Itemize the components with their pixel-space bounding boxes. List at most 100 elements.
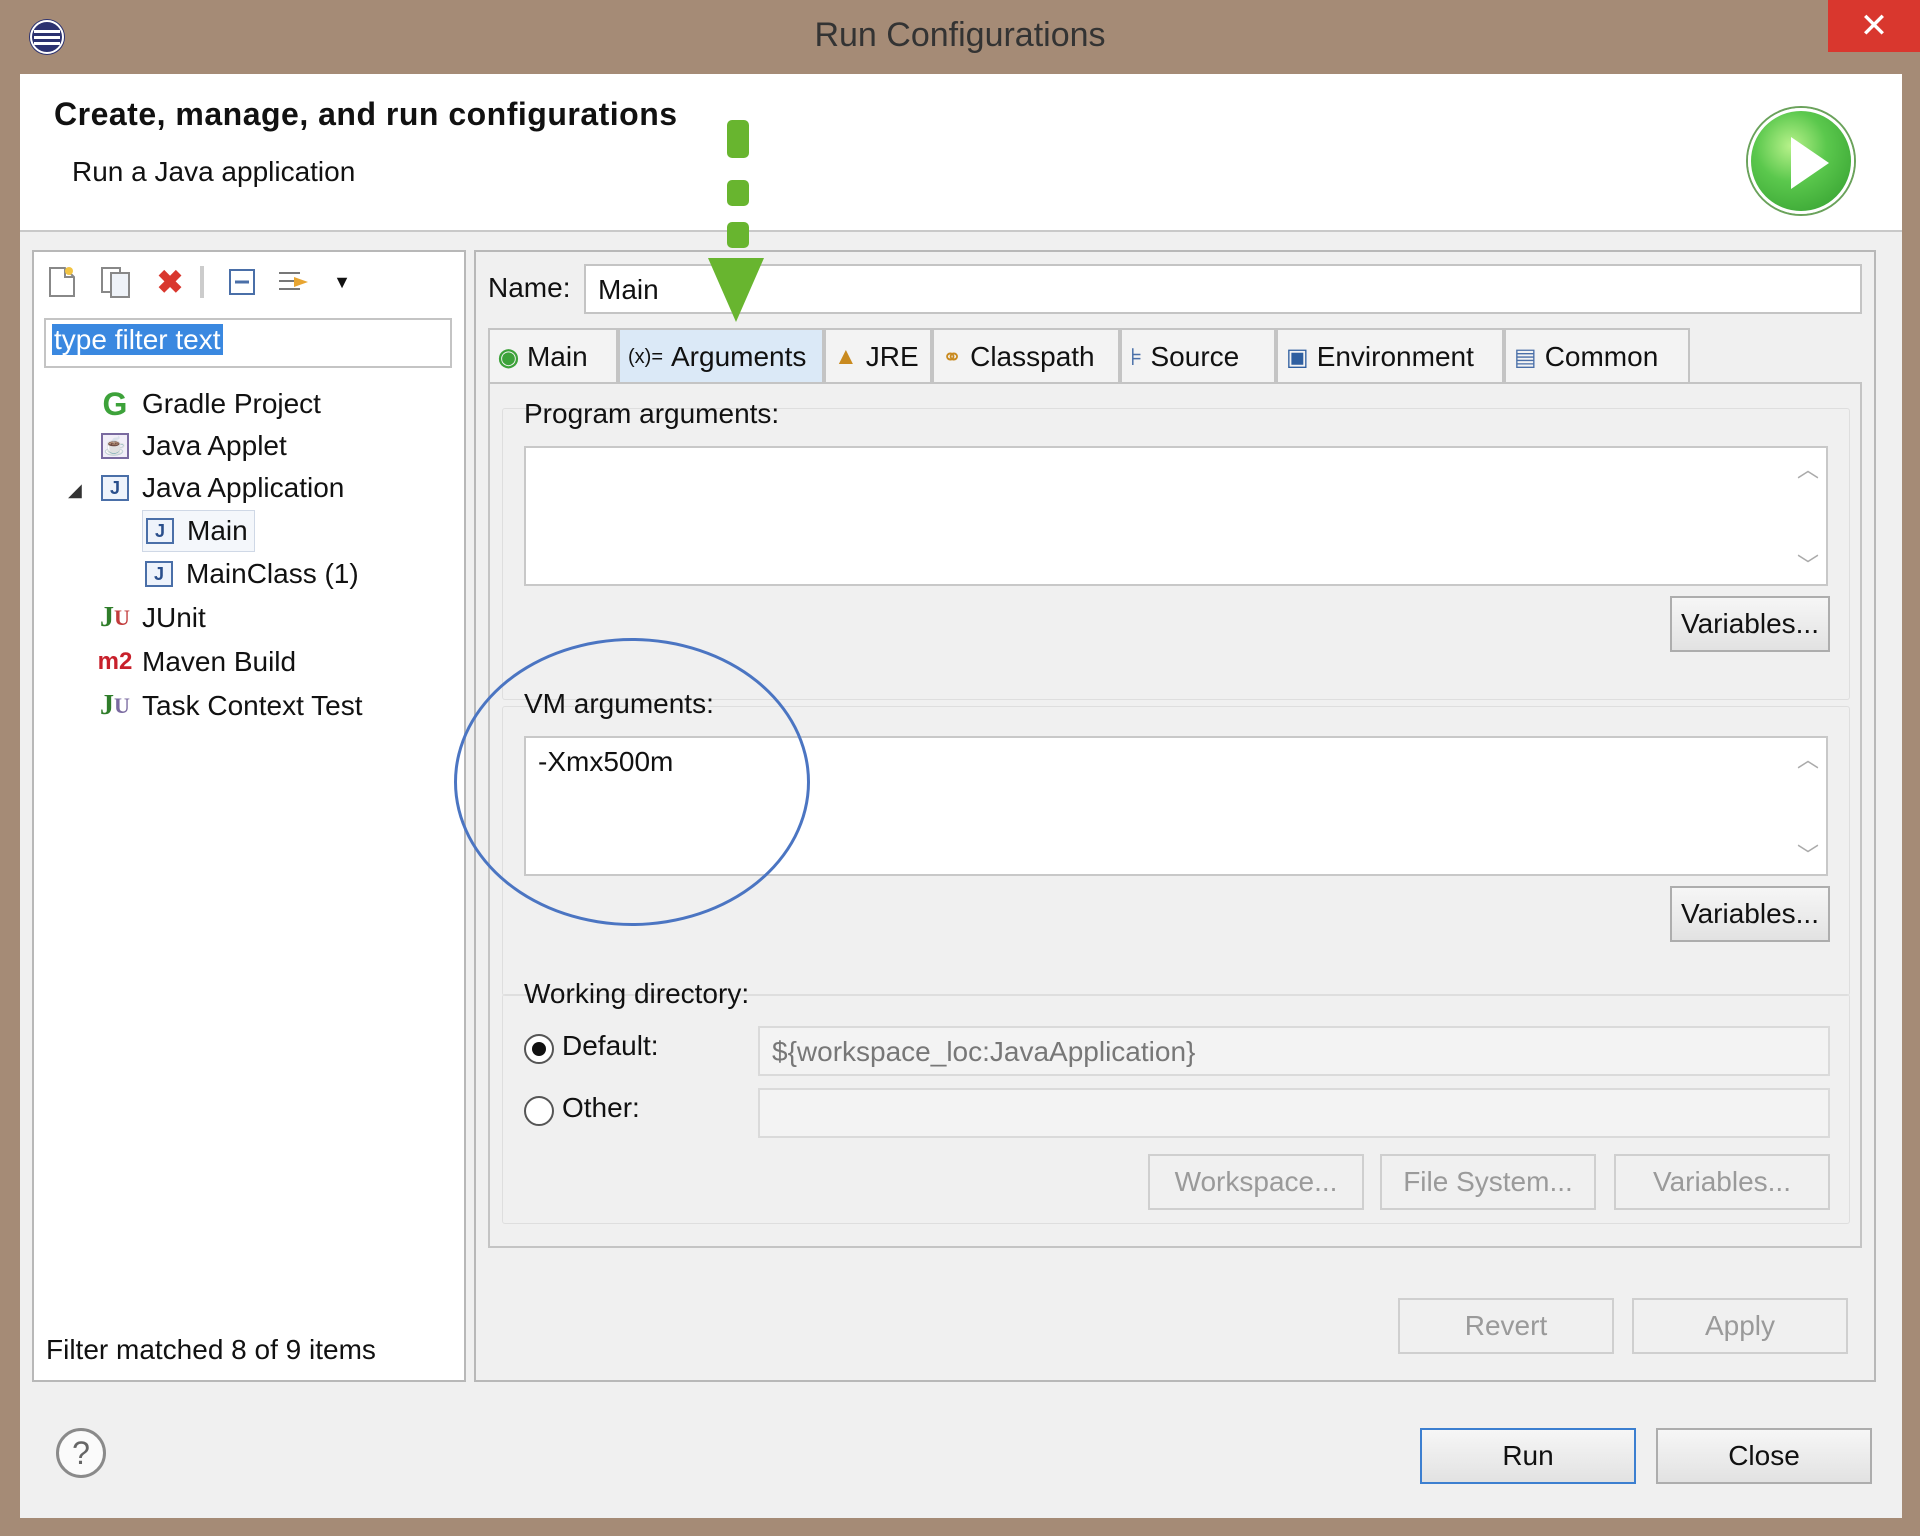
tree-item-maven-build[interactable]: m2 Maven Build: [98, 642, 296, 682]
tab-label: Source: [1150, 341, 1240, 372]
scrollbar[interactable]: ︿ ﹀: [1794, 452, 1822, 580]
tree-item-label: Task Context Test: [142, 690, 363, 721]
other-radio[interactable]: [524, 1096, 554, 1126]
other-label: Other:: [562, 1092, 640, 1123]
expand-arrow-icon[interactable]: ◢: [68, 480, 82, 501]
program-variables-button[interactable]: Variables...: [1670, 596, 1830, 652]
jre-tab-icon: ▲: [834, 343, 858, 370]
filter-icon: [279, 272, 308, 290]
annotation-arrow-segment: [727, 120, 749, 158]
tree-item-label: Maven Build: [142, 646, 297, 677]
collapse-all-button[interactable]: [222, 262, 262, 302]
tree-item-label: MainClass (1): [186, 558, 359, 589]
common-tab-icon: ▤: [1514, 343, 1537, 371]
scroll-down-icon: ﹀: [1796, 553, 1819, 578]
tab-main[interactable]: ◉ Main: [488, 328, 618, 384]
help-icon: ?: [72, 1434, 90, 1471]
new-file-icon: [49, 267, 75, 297]
default-directory-field: ${workspace_loc:JavaApplication}: [758, 1026, 1830, 1076]
header-title: Create, manage, and run configurations: [54, 96, 678, 132]
tree-item-task-context-test[interactable]: JU Task Context Test: [98, 686, 362, 726]
close-icon: ✕: [1859, 7, 1889, 45]
java-launch-icon: J: [143, 515, 177, 547]
tree-item-java-application[interactable]: J Java Application: [98, 468, 344, 508]
tree-item-mainclass-1[interactable]: J MainClass (1): [142, 554, 359, 594]
annotation-arrow-segment: [727, 222, 749, 248]
apply-button[interactable]: Apply: [1632, 1298, 1848, 1354]
filter-input-text: type filter text: [52, 324, 223, 355]
revert-button[interactable]: Revert: [1398, 1298, 1614, 1354]
close-button[interactable]: Close: [1656, 1428, 1872, 1484]
main-tab-icon: ◉: [498, 343, 519, 371]
tree-item-label: Java Application: [142, 472, 345, 503]
source-tab-icon: ⊧: [1130, 343, 1143, 371]
annotation-arrow-head: [708, 258, 764, 322]
tab-label: JRE: [865, 341, 919, 372]
duplicate-button[interactable]: [96, 262, 136, 302]
file-system-button[interactable]: File System...: [1380, 1154, 1596, 1210]
tab-common[interactable]: ▤ Common: [1504, 328, 1690, 384]
tab-label: Environment: [1316, 341, 1474, 372]
header-subtitle: Run a Java application: [72, 156, 356, 187]
tab-environment[interactable]: ▣ Environment: [1276, 328, 1504, 384]
arguments-tab-icon: (x)=: [628, 345, 663, 368]
collapse-all-icon: [229, 269, 255, 295]
classpath-tab-icon: ⚭: [942, 343, 963, 371]
default-label: Default:: [562, 1030, 659, 1061]
working-dir-variables-button[interactable]: Variables...: [1614, 1154, 1830, 1210]
tree-item-label: Main: [187, 515, 248, 546]
tab-label: Classpath: [970, 341, 1095, 372]
run-button[interactable]: Run: [1420, 1428, 1636, 1484]
filter-input[interactable]: type filter text: [44, 318, 452, 368]
program-arguments-label: Program arguments:: [524, 398, 780, 429]
tree-item-java-applet[interactable]: ☕ Java Applet: [98, 426, 287, 466]
annotation-circle: [454, 638, 810, 926]
other-directory-field[interactable]: [758, 1088, 1830, 1138]
tab-source[interactable]: ⊧ Source: [1120, 328, 1276, 384]
gradle-icon: G: [102, 385, 128, 422]
scrollbar[interactable]: ︿ ﹀: [1794, 742, 1822, 870]
new-configuration-button[interactable]: [42, 262, 82, 302]
annotation-arrow-segment: [727, 180, 749, 206]
tab-classpath[interactable]: ⚭ Classpath: [932, 328, 1120, 384]
default-radio[interactable]: [524, 1034, 554, 1064]
dialog-header: Create, manage, and run configurations R…: [20, 74, 1902, 232]
tree-item-label: Java Applet: [142, 430, 287, 461]
window-close-button[interactable]: ✕: [1828, 0, 1920, 52]
tree-item-main[interactable]: J Main: [142, 510, 255, 552]
window-title: Run Configurations: [814, 16, 1106, 54]
help-button[interactable]: ?: [56, 1428, 106, 1478]
duplicate-icon: [101, 267, 130, 298]
filter-configurations-button[interactable]: [274, 262, 314, 302]
tree-item-junit[interactable]: JU JUnit: [98, 598, 206, 638]
name-label: Name:: [488, 272, 571, 303]
maven-icon: m2: [97, 648, 133, 675]
name-field[interactable]: Main: [584, 264, 1862, 314]
workspace-button[interactable]: Workspace...: [1148, 1154, 1364, 1210]
filter-status: Filter matched 8 of 9 items: [46, 1334, 376, 1365]
scroll-up-icon: ︿: [1796, 747, 1819, 772]
tab-label: Main: [526, 341, 588, 372]
tab-label: Common: [1544, 341, 1659, 372]
junit-icon: JU: [100, 602, 130, 633]
filter-menu-dropdown[interactable]: ▼: [322, 262, 362, 302]
java-launch-icon: J: [142, 558, 176, 590]
tree-toolbar: ✖ ▼: [40, 256, 460, 308]
title-bar: Run Configurations ✕: [0, 0, 1920, 74]
scroll-up-icon: ︿: [1796, 457, 1819, 482]
tree-item-gradle-project[interactable]: G Gradle Project: [98, 384, 321, 424]
working-directory-label: Working directory:: [524, 978, 750, 1009]
tab-jre[interactable]: ▲ JRE: [824, 328, 932, 384]
toolbar-separator: [200, 266, 204, 298]
delete-icon: ✖: [156, 264, 184, 300]
java-applet-icon: ☕: [98, 430, 132, 462]
delete-button[interactable]: ✖: [150, 262, 190, 302]
task-context-icon: JU: [100, 690, 130, 721]
tab-arguments[interactable]: (x)= Arguments: [618, 328, 824, 384]
tree-item-label: Gradle Project: [142, 388, 321, 419]
java-application-icon: J: [98, 472, 132, 504]
dropdown-arrow-icon: ▼: [333, 271, 351, 292]
tab-label: Arguments: [671, 341, 807, 372]
vm-variables-button[interactable]: Variables...: [1670, 886, 1830, 942]
program-arguments-input[interactable]: ︿ ﹀: [524, 446, 1828, 586]
